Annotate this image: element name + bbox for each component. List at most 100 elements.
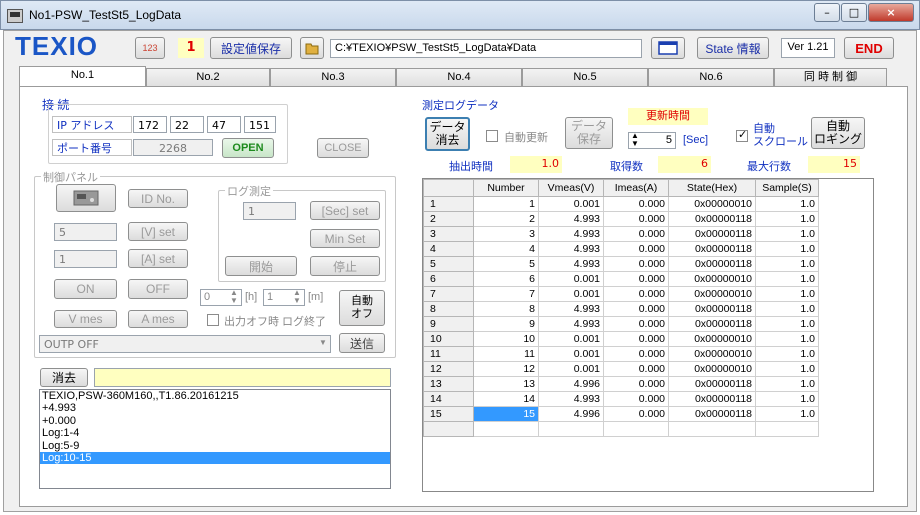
table-cell[interactable]: 0.001 bbox=[538, 286, 604, 302]
log-seconds-field[interactable]: 1 bbox=[243, 202, 296, 220]
row-header[interactable]: 7 bbox=[423, 286, 474, 302]
device-button[interactable] bbox=[56, 184, 116, 212]
close-window-button[interactable]: × bbox=[868, 3, 914, 22]
table-cell[interactable]: 0x00000010 bbox=[668, 361, 756, 377]
table-cell[interactable]: 3 bbox=[473, 226, 539, 242]
table-row[interactable]: 12 12 0.001 0.000 0x00000010 1.0 bbox=[423, 361, 819, 377]
table-row[interactable]: 4 4 4.993 0.000 0x00000118 1.0 bbox=[423, 241, 819, 257]
row-header[interactable]: 8 bbox=[423, 301, 474, 317]
table-cell[interactable]: 5 bbox=[473, 256, 539, 272]
table-cell[interactable]: 0x00000010 bbox=[668, 346, 756, 362]
row-header[interactable]: 4 bbox=[423, 241, 474, 257]
table-row[interactable]: 7 7 0.001 0.000 0x00000010 1.0 bbox=[423, 286, 819, 302]
table-row[interactable]: 2 2 4.993 0.000 0x00000118 1.0 bbox=[423, 211, 819, 227]
row-header[interactable]: 3 bbox=[423, 226, 474, 242]
row-header[interactable]: 5 bbox=[423, 256, 474, 272]
table-cell[interactable]: 4.993 bbox=[538, 256, 604, 272]
ip-octet-2[interactable]: 22 bbox=[170, 116, 204, 133]
table-cell[interactable]: 0.000 bbox=[603, 346, 669, 362]
row-header[interactable]: 10 bbox=[423, 331, 474, 347]
log-clear-button[interactable]: 消去 bbox=[40, 368, 88, 387]
minutes-spinner[interactable]: 1 ▲ ▼ bbox=[263, 288, 305, 306]
table-cell[interactable]: 0x00000118 bbox=[668, 211, 756, 227]
table-cell[interactable]: 0.000 bbox=[603, 286, 669, 302]
row-header[interactable]: 9 bbox=[423, 316, 474, 332]
table-cell[interactable]: 0x00000118 bbox=[668, 376, 756, 392]
table-cell[interactable]: 4.993 bbox=[538, 316, 604, 332]
log-input-field[interactable] bbox=[94, 368, 391, 387]
row-header[interactable]: 15 bbox=[423, 406, 474, 422]
table-cell[interactable]: 0x00000118 bbox=[668, 316, 756, 332]
table-row[interactable]: 5 5 4.993 0.000 0x00000118 1.0 bbox=[423, 256, 819, 272]
table-row[interactable]: 15 15 4.996 0.000 0x00000118 1.0 bbox=[423, 406, 819, 422]
ip-octet-4[interactable]: 151 bbox=[244, 116, 276, 133]
table-cell[interactable]: 6 bbox=[473, 271, 539, 287]
table-cell[interactable]: 1.0 bbox=[755, 226, 819, 242]
auto-update-checkbox[interactable] bbox=[486, 130, 498, 142]
column-header[interactable]: Number bbox=[473, 179, 539, 197]
current-field[interactable]: 1 bbox=[54, 250, 117, 268]
v-set-button[interactable]: [V] set bbox=[128, 222, 188, 241]
table-cell[interactable]: 0x00000010 bbox=[668, 286, 756, 302]
table-row[interactable]: 6 6 0.001 0.000 0x00000010 1.0 bbox=[423, 271, 819, 287]
table-cell[interactable]: 0.000 bbox=[603, 376, 669, 392]
row-header[interactable]: 11 bbox=[423, 346, 474, 362]
command-select[interactable]: OUTP OFF bbox=[39, 335, 331, 353]
end-button[interactable]: END bbox=[844, 37, 894, 59]
table-cell[interactable]: 12 bbox=[473, 361, 539, 377]
table-cell[interactable]: 4 bbox=[473, 241, 539, 257]
chevron-down-icon[interactable]: ▼ bbox=[319, 338, 327, 347]
log-list-item[interactable]: +4.993 bbox=[40, 402, 390, 414]
id-no-button[interactable]: ID No. bbox=[128, 189, 188, 208]
table-cell[interactable]: 2 bbox=[473, 211, 539, 227]
table-cell[interactable]: 1.0 bbox=[755, 286, 819, 302]
save-settings-button[interactable]: 設定値保存 bbox=[210, 37, 292, 59]
row-header[interactable]: 6 bbox=[423, 271, 474, 287]
table-cell[interactable]: 4.993 bbox=[538, 301, 604, 317]
auto-logging-button[interactable]: 自動 ロギング bbox=[811, 117, 865, 149]
table-cell[interactable]: 0x00000118 bbox=[668, 406, 756, 422]
table-cell[interactable]: 4.993 bbox=[538, 241, 604, 257]
table-cell[interactable]: 0.000 bbox=[603, 391, 669, 407]
on-button[interactable]: ON bbox=[54, 279, 117, 299]
table-cell[interactable]: 4.993 bbox=[538, 391, 604, 407]
column-header[interactable]: Imeas(A) bbox=[603, 179, 669, 197]
tab-no2[interactable]: No.2 bbox=[146, 68, 270, 86]
spin-down-icon[interactable]: ▼ bbox=[293, 296, 301, 305]
stop-button[interactable]: 停止 bbox=[310, 256, 380, 276]
table-row[interactable]: 1 1 0.001 0.000 0x00000010 1.0 bbox=[423, 196, 819, 212]
table-cell[interactable]: 0x00000010 bbox=[668, 271, 756, 287]
state-info-button[interactable]: State 情報 bbox=[697, 37, 769, 59]
maximize-button[interactable]: □ bbox=[841, 3, 867, 22]
table-cell[interactable]: 14 bbox=[473, 391, 539, 407]
row-header[interactable] bbox=[423, 421, 474, 437]
table-cell[interactable]: 0.000 bbox=[603, 256, 669, 272]
table-row[interactable]: 3 3 4.993 0.000 0x00000118 1.0 bbox=[423, 226, 819, 242]
table-cell[interactable]: 1.0 bbox=[755, 196, 819, 212]
data-clear-button[interactable]: データ 消去 bbox=[425, 117, 470, 151]
tab-no6[interactable]: No.6 bbox=[648, 68, 774, 86]
table-cell[interactable]: 1.0 bbox=[755, 301, 819, 317]
table-cell[interactable]: 0.000 bbox=[603, 331, 669, 347]
port-field[interactable]: 2268 bbox=[133, 139, 213, 156]
hours-spinner[interactable]: 0 ▲ ▼ bbox=[200, 288, 242, 306]
out-off-log-end-checkbox[interactable] bbox=[207, 314, 219, 326]
column-header[interactable]: Vmeas(V) bbox=[538, 179, 604, 197]
table-cell[interactable]: 0.001 bbox=[538, 331, 604, 347]
table-cell[interactable]: 0x00000118 bbox=[668, 241, 756, 257]
table-cell[interactable]: 0.001 bbox=[538, 346, 604, 362]
tab-no1[interactable]: No.1 bbox=[19, 66, 146, 87]
window-view-button[interactable] bbox=[651, 37, 685, 59]
table-cell[interactable]: 0.000 bbox=[603, 271, 669, 287]
v-mes-button[interactable]: V mes bbox=[54, 310, 117, 328]
table-cell[interactable]: 15 bbox=[473, 406, 539, 422]
row-header[interactable]: 13 bbox=[423, 376, 474, 392]
table-cell[interactable]: 0.001 bbox=[538, 196, 604, 212]
log-list-item[interactable]: TEXIO,PSW-360M160,,T1.86.20161215 bbox=[40, 390, 390, 402]
row-header[interactable]: 2 bbox=[423, 211, 474, 227]
auto-scroll-checkbox[interactable] bbox=[736, 128, 748, 142]
table-cell[interactable] bbox=[603, 421, 669, 437]
tab-simultaneous-control[interactable]: 同 時 制 御 bbox=[774, 68, 887, 86]
a-set-button[interactable]: [A] set bbox=[128, 249, 188, 268]
column-header[interactable]: State(Hex) bbox=[668, 179, 756, 197]
